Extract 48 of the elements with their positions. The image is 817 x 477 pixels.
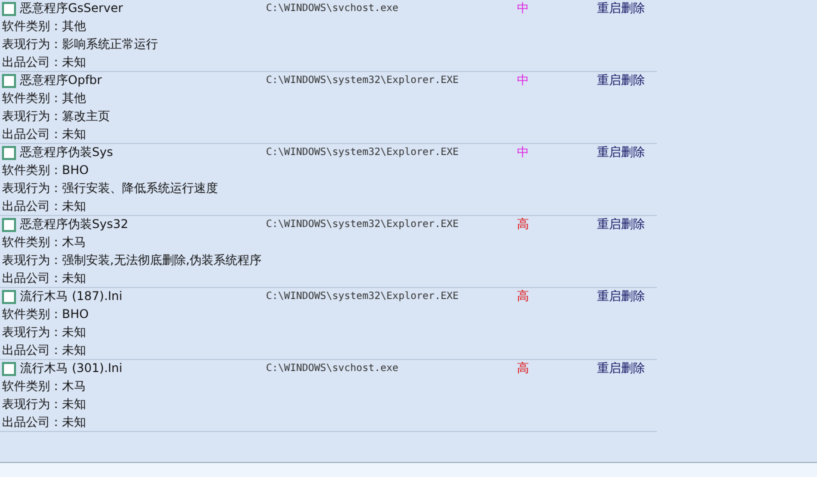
file-path: C:\WINDOWS\svchost.exe	[266, 363, 400, 374]
detail-line: 出品公司：未知	[1, 342, 87, 359]
detail-line: 软件类别：其他	[1, 90, 87, 107]
detail-line: 软件类别：木马	[1, 378, 87, 395]
detail-line: 表现行为：强制安装,无法彻底删除,伪装系统程序	[1, 252, 263, 269]
detail-line: 表现行为：影响系统正常运行	[1, 36, 159, 53]
restart-delete-link[interactable]: 重启删除	[597, 144, 645, 161]
file-path: C:\WINDOWS\system32\Explorer.EXE	[266, 291, 460, 302]
restart-delete-link[interactable]: 重启删除	[597, 216, 645, 233]
restart-delete-link[interactable]: 重启删除	[597, 72, 645, 89]
threat-name: 恶意程序GsServer	[20, 0, 124, 17]
risk-level: 高	[517, 216, 530, 233]
detail-line: 表现行为：未知	[1, 396, 87, 413]
file-path: C:\WINDOWS\system32\Explorer.EXE	[266, 75, 460, 86]
file-path: C:\WINDOWS\system32\Explorer.EXE	[266, 219, 460, 230]
checkbox[interactable]	[2, 290, 16, 304]
restart-delete-link[interactable]: 重启删除	[597, 360, 645, 377]
restart-delete-link[interactable]: 重启删除	[597, 288, 645, 305]
detail-line: 出品公司：未知	[1, 198, 87, 215]
detail-line: 出品公司：未知	[1, 126, 87, 143]
threat-name: 流行木马 (187).Ini	[20, 288, 124, 305]
detail-line: 软件类别：BHO	[1, 162, 90, 179]
risk-level: 高	[517, 288, 530, 305]
threat-name: 流行木马 (301).Ini	[20, 360, 124, 377]
threat-name: 恶意程序伪装Sys32	[20, 216, 130, 233]
file-path: C:\WINDOWS\svchost.exe	[266, 3, 400, 14]
file-path: C:\WINDOWS\system32\Explorer.EXE	[266, 147, 460, 158]
threat-name: 恶意程序Opfbr	[20, 72, 103, 89]
checkbox[interactable]	[2, 2, 16, 16]
threat-name: 恶意程序伪装Sys	[20, 144, 114, 161]
checkbox[interactable]	[2, 218, 16, 232]
checkbox[interactable]	[2, 362, 16, 376]
detail-line: 出品公司：未知	[1, 270, 87, 287]
risk-level: 中	[517, 0, 530, 17]
checkbox[interactable]	[2, 74, 16, 88]
restart-delete-link[interactable]: 重启删除	[597, 0, 645, 17]
detail-line: 软件类别：BHO	[1, 306, 90, 323]
detail-line: 出品公司：未知	[1, 414, 87, 431]
detail-line: 软件类别：木马	[1, 234, 87, 251]
detail-line: 软件类别：其他	[1, 18, 87, 35]
detail-line: 表现行为：强行安装、降低系统运行速度	[1, 180, 219, 197]
risk-level: 中	[517, 72, 530, 89]
detail-line: 出品公司：未知	[1, 54, 87, 71]
checkbox[interactable]	[2, 146, 16, 160]
risk-level: 高	[517, 360, 530, 377]
detail-line: 表现行为：未知	[1, 324, 87, 341]
risk-level: 中	[517, 144, 530, 161]
detail-line: 表现行为：篡改主页	[1, 108, 111, 125]
